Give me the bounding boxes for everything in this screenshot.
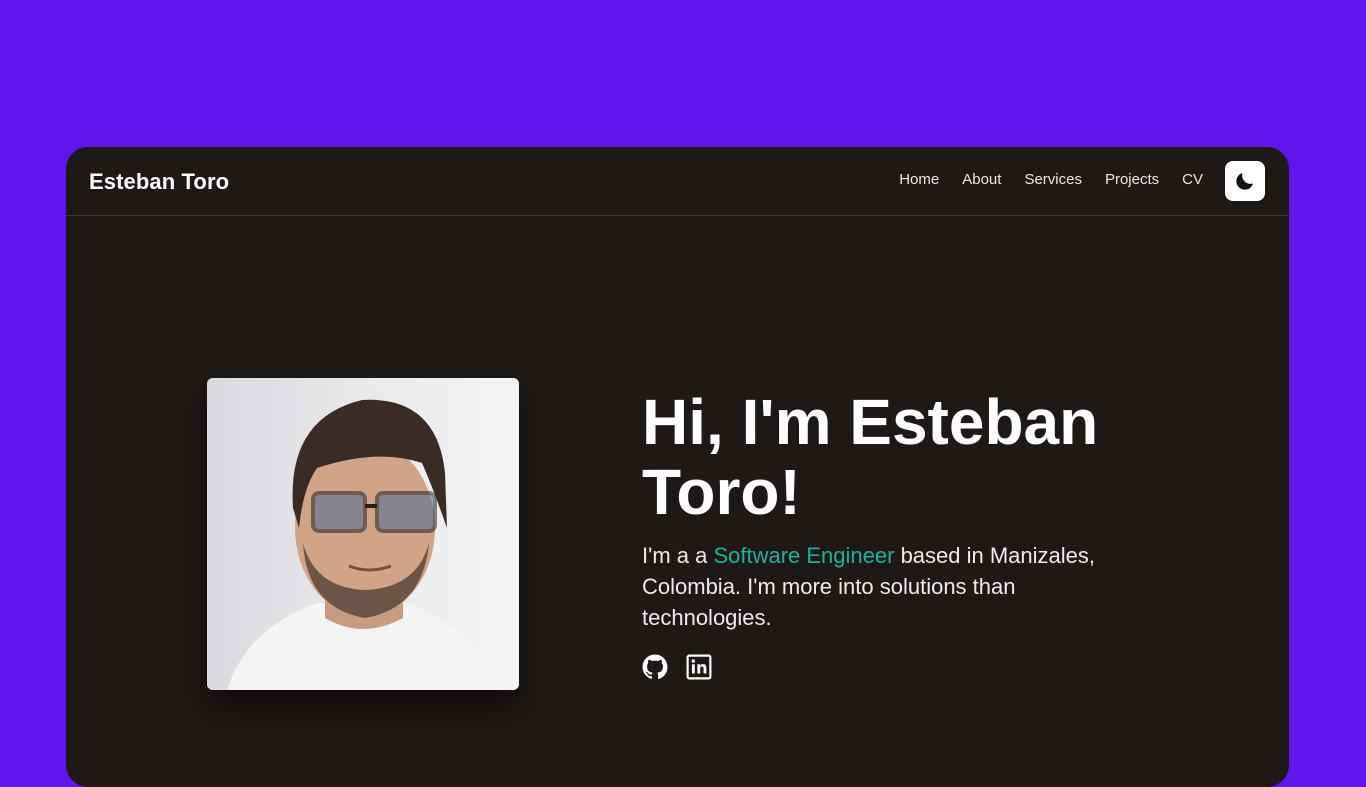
theme-toggle-button[interactable] [1225, 161, 1265, 201]
navbar: Esteban Toro Home About Services Project… [66, 147, 1289, 216]
intro-text-start: I'm a a [642, 543, 714, 568]
nav-links: Home About Services Projects CV [876, 171, 1203, 188]
nav-about[interactable]: About [962, 171, 1001, 188]
github-link[interactable] [642, 654, 668, 680]
nav-services[interactable]: Services [1024, 171, 1082, 188]
github-icon [642, 654, 668, 679]
moon-icon [1236, 173, 1253, 190]
intro-role-highlight: Software Engineer [713, 543, 895, 568]
nav-home[interactable]: Home [899, 171, 939, 188]
nav-projects[interactable]: Projects [1105, 171, 1159, 188]
social-links [642, 654, 712, 680]
linkedin-icon [686, 654, 712, 680]
hero-title: Hi, I'm Esteban Toro! [642, 386, 1099, 528]
nav-cv[interactable]: CV [1182, 171, 1203, 188]
linkedin-link[interactable] [686, 654, 712, 680]
profile-photo [207, 378, 519, 690]
hero-intro: I'm a a Software Engineer based in Maniz… [642, 540, 1142, 633]
main-card: Esteban Toro Home About Services Project… [66, 147, 1289, 787]
brand-name[interactable]: Esteban Toro [89, 169, 229, 195]
